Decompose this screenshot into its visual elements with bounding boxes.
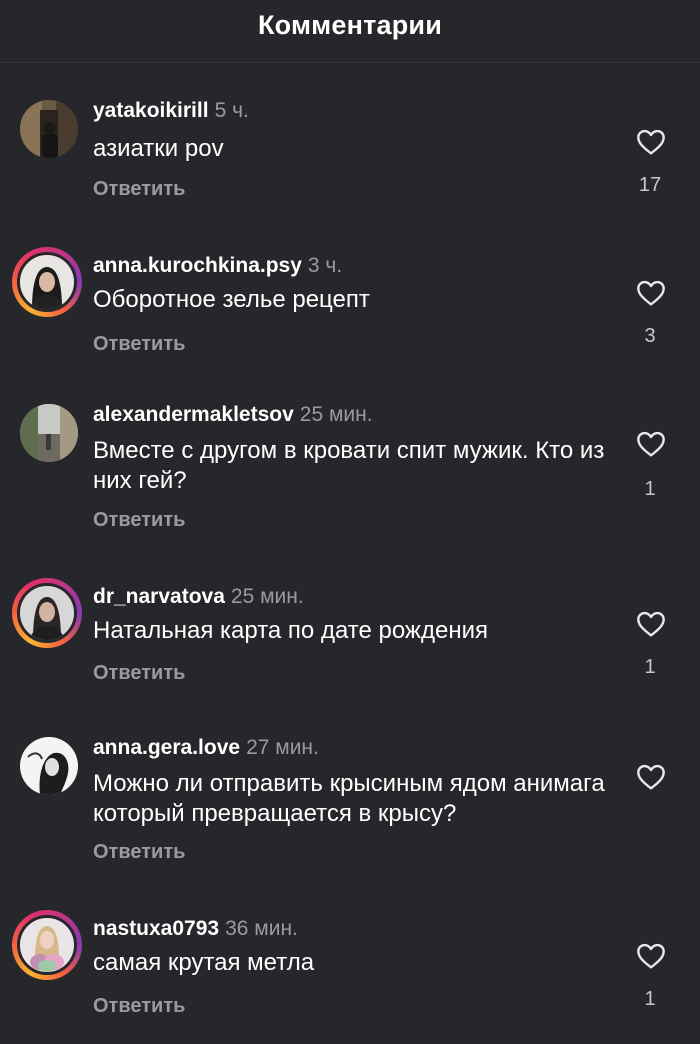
like-count: 1 xyxy=(644,478,656,500)
comment-text: Можно ли отправить крысиным ядом анимага… xyxy=(93,770,605,827)
heart-icon[interactable] xyxy=(634,126,668,158)
timestamp: 5 ч. xyxy=(214,99,249,122)
heart-icon[interactable] xyxy=(634,940,668,972)
heart-icon[interactable] xyxy=(634,428,668,460)
user-photo-street-icon xyxy=(20,404,78,462)
avatar[interactable] xyxy=(20,737,78,795)
heart-icon[interactable] xyxy=(634,761,668,793)
comment-meta: anna.gera.love 27 мин. xyxy=(93,736,319,760)
username[interactable]: anna.kurochkina.psy xyxy=(93,254,302,277)
timestamp: 27 мин. xyxy=(246,736,319,759)
reply-button[interactable]: Ответить xyxy=(93,841,185,864)
user-photo-woman-portrait-icon xyxy=(17,583,77,643)
avatar[interactable] xyxy=(12,578,82,648)
username[interactable]: yatakoikirill xyxy=(93,99,209,122)
comment-text: азиатки pov xyxy=(93,135,224,162)
comment-text: Вместе с другом в кровати спит мужик. Кт… xyxy=(93,437,605,494)
user-photo-dark-doorway-icon xyxy=(20,100,78,158)
user-photo-bw-profile-icon xyxy=(20,737,78,795)
reply-button[interactable]: Ответить xyxy=(93,509,185,532)
reply-button[interactable]: Ответить xyxy=(93,178,185,201)
reply-button[interactable]: Ответить xyxy=(93,662,185,685)
heart-icon[interactable] xyxy=(634,277,668,309)
reply-button[interactable]: Ответить xyxy=(93,333,185,356)
heart-icon[interactable] xyxy=(634,608,668,640)
comment-meta: yatakoikirill 5 ч. xyxy=(93,99,249,123)
comment-meta: anna.kurochkina.psy 3 ч. xyxy=(93,254,342,278)
comments-header: Комментарии xyxy=(0,0,700,63)
user-photo-woman-flowers-icon xyxy=(17,915,77,975)
avatar[interactable] xyxy=(12,910,82,980)
comment-meta: alexandermakletsov 25 мин. xyxy=(93,403,373,427)
like-count: 3 xyxy=(644,325,656,347)
username[interactable]: alexandermakletsov xyxy=(93,403,294,426)
timestamp: 36 мин. xyxy=(225,917,298,940)
username[interactable]: nastuxa0793 xyxy=(93,917,219,940)
avatar[interactable] xyxy=(12,247,82,317)
user-photo-woman-dark-hair-icon xyxy=(17,252,77,312)
reply-button[interactable]: Ответить xyxy=(93,995,185,1018)
avatar[interactable] xyxy=(20,100,78,158)
username[interactable]: dr_narvatova xyxy=(93,585,225,608)
page-title: Комментарии xyxy=(257,10,442,40)
username[interactable]: anna.gera.love xyxy=(93,736,240,759)
comment-meta: nastuxa0793 36 мин. xyxy=(93,917,298,941)
like-count: 17 xyxy=(638,174,662,196)
comment-text: Оборотное зелье рецепт xyxy=(93,286,370,313)
timestamp: 25 мин. xyxy=(230,585,304,608)
timestamp: 25 мин. xyxy=(299,403,373,426)
comment-text: Натальная карта по дате рождения xyxy=(93,617,488,644)
like-count: 1 xyxy=(644,656,656,678)
like-count: 1 xyxy=(644,988,656,1010)
comment-text: самая крутая метла xyxy=(93,949,315,976)
timestamp: 3 ч. xyxy=(307,254,343,277)
avatar[interactable] xyxy=(20,404,78,462)
comment-meta: dr_narvatova 25 мин. xyxy=(93,585,304,609)
